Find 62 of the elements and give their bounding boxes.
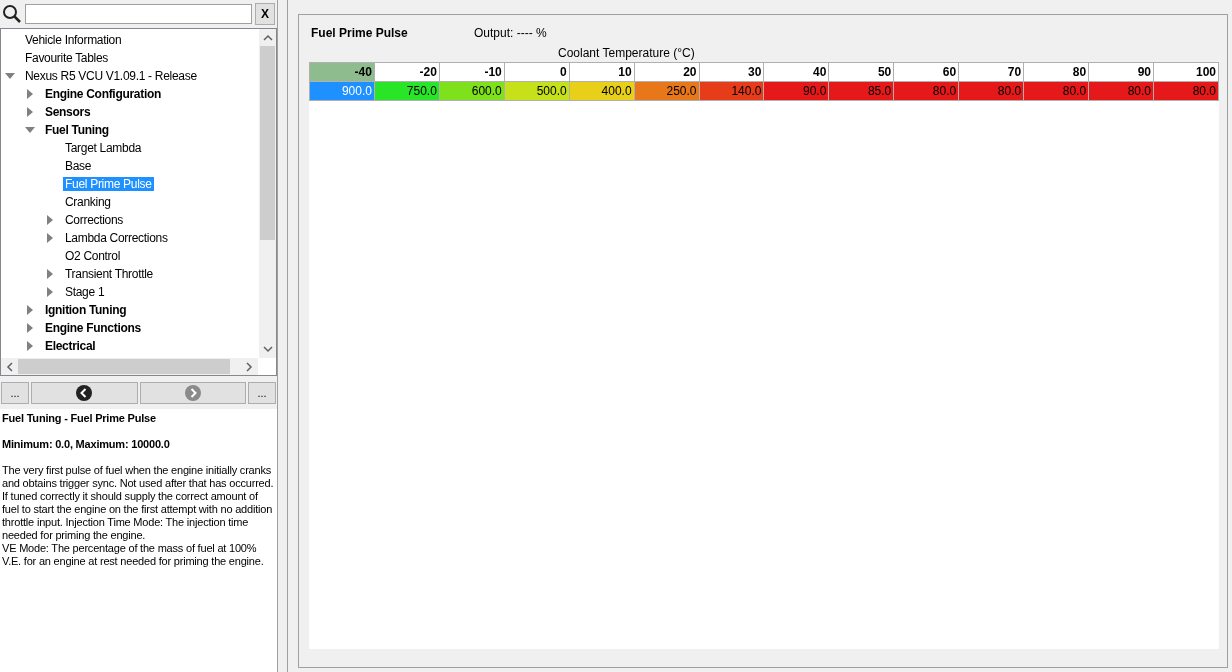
search-icon: [2, 4, 22, 24]
scroll-left-icon[interactable]: [5, 362, 15, 372]
column-header[interactable]: 60: [893, 62, 959, 82]
tree-item[interactable]: Engine Functions: [43, 321, 143, 335]
tree-item[interactable]: Stage 1: [63, 285, 107, 299]
horizontal-scrollbar[interactable]: [1, 358, 258, 375]
collapse-arrow-icon[interactable]: [25, 125, 35, 135]
expand-arrow-icon[interactable]: [25, 305, 35, 315]
expand-arrow-icon[interactable]: [25, 89, 35, 99]
column-header[interactable]: 70: [958, 62, 1024, 82]
table-title: Fuel Prime Pulse: [310, 26, 409, 40]
more-button[interactable]: ...: [1, 382, 29, 404]
tree-item[interactable]: Lambda Corrections: [63, 231, 170, 245]
tree-item[interactable]: Nexus R5 VCU V1.09.1 - Release: [23, 69, 199, 83]
description-text: The very first pulse of fuel when the engine initially cranks and obtains trigger sync. Not used after that has occurred. If tuned correctly it should supply the correct amount of fuel to start the engine on the first attempt with no addition throttle input. Injection Time Mode: The injection time needed for priming the engine. VE Mode: The percentage of the mass of fuel at 100% V.E. for an engine at rest needed for priming the engine.: [2, 464, 275, 568]
vertical-scrollbar[interactable]: [259, 29, 276, 358]
description-title: Fuel Tuning - Fuel Prime Pulse: [2, 412, 157, 425]
column-header[interactable]: 90: [1088, 62, 1154, 82]
column-header[interactable]: 0: [504, 62, 570, 82]
column-header[interactable]: 20: [634, 62, 700, 82]
tree-item[interactable]: Ignition Tuning: [43, 303, 129, 317]
more-button[interactable]: ...: [248, 382, 276, 404]
column-header[interactable]: -20: [374, 62, 440, 82]
scroll-up-icon[interactable]: [263, 33, 273, 43]
tree-item[interactable]: Target Lambda: [63, 141, 144, 155]
fuel-table[interactable]: -40 -20 -10 0 10 20 30 40 50 60 70 80 90 100 900.0 750.0 600.0 500.0 400.0 250.0 140.0 90.0 85.0 80.0 80.0 80.0 80.0 80.0: [309, 62, 1219, 101]
clear-search-button[interactable]: X: [255, 3, 275, 25]
column-header[interactable]: -10: [439, 62, 505, 82]
tree-item[interactable]: Sensors: [43, 105, 93, 119]
collapse-arrow-icon[interactable]: [5, 71, 15, 81]
column-header[interactable]: -40: [309, 62, 375, 82]
tree-item[interactable]: Electrical: [43, 339, 98, 353]
expand-arrow-icon[interactable]: [25, 341, 35, 351]
column-header[interactable]: 40: [763, 62, 829, 82]
expand-arrow-icon[interactable]: [45, 269, 55, 279]
scroll-down-icon[interactable]: [263, 344, 273, 354]
tree-item[interactable]: O2 Control: [63, 249, 123, 263]
back-button[interactable]: [31, 382, 138, 404]
column-header[interactable]: 10: [569, 62, 635, 82]
tree-item[interactable]: Engine Configuration: [43, 87, 163, 101]
search-field[interactable]: [25, 4, 252, 24]
expand-arrow-icon[interactable]: [45, 215, 55, 225]
scrollbar-thumb[interactable]: [260, 46, 275, 240]
tree-item[interactable]: Fuel Tuning: [43, 123, 111, 137]
output-reading: Output: ---- %: [474, 26, 547, 40]
expand-arrow-icon[interactable]: [45, 287, 55, 297]
tree-item[interactable]: Transient Throttle: [63, 267, 155, 281]
tree-item[interactable]: Vehicle Information: [23, 33, 124, 47]
expand-arrow-icon[interactable]: [25, 107, 35, 117]
scroll-right-icon[interactable]: [244, 362, 254, 372]
column-header[interactable]: 50: [828, 62, 894, 82]
column-header[interactable]: 30: [699, 62, 764, 82]
column-header[interactable]: 100: [1153, 62, 1219, 82]
tree-item[interactable]: Favourite Tables: [23, 51, 111, 65]
tree-item[interactable]: Corrections: [63, 213, 126, 227]
scrollbar-thumb[interactable]: [18, 359, 230, 374]
tree-item[interactable]: Base: [63, 159, 94, 173]
value-range: Minimum: 0.0, Maximum: 10000.0: [2, 438, 171, 451]
tree-item[interactable]: Cranking: [63, 195, 113, 209]
expand-arrow-icon[interactable]: [45, 233, 55, 243]
expand-arrow-icon[interactable]: [25, 323, 35, 333]
column-header[interactable]: 80: [1023, 62, 1089, 82]
